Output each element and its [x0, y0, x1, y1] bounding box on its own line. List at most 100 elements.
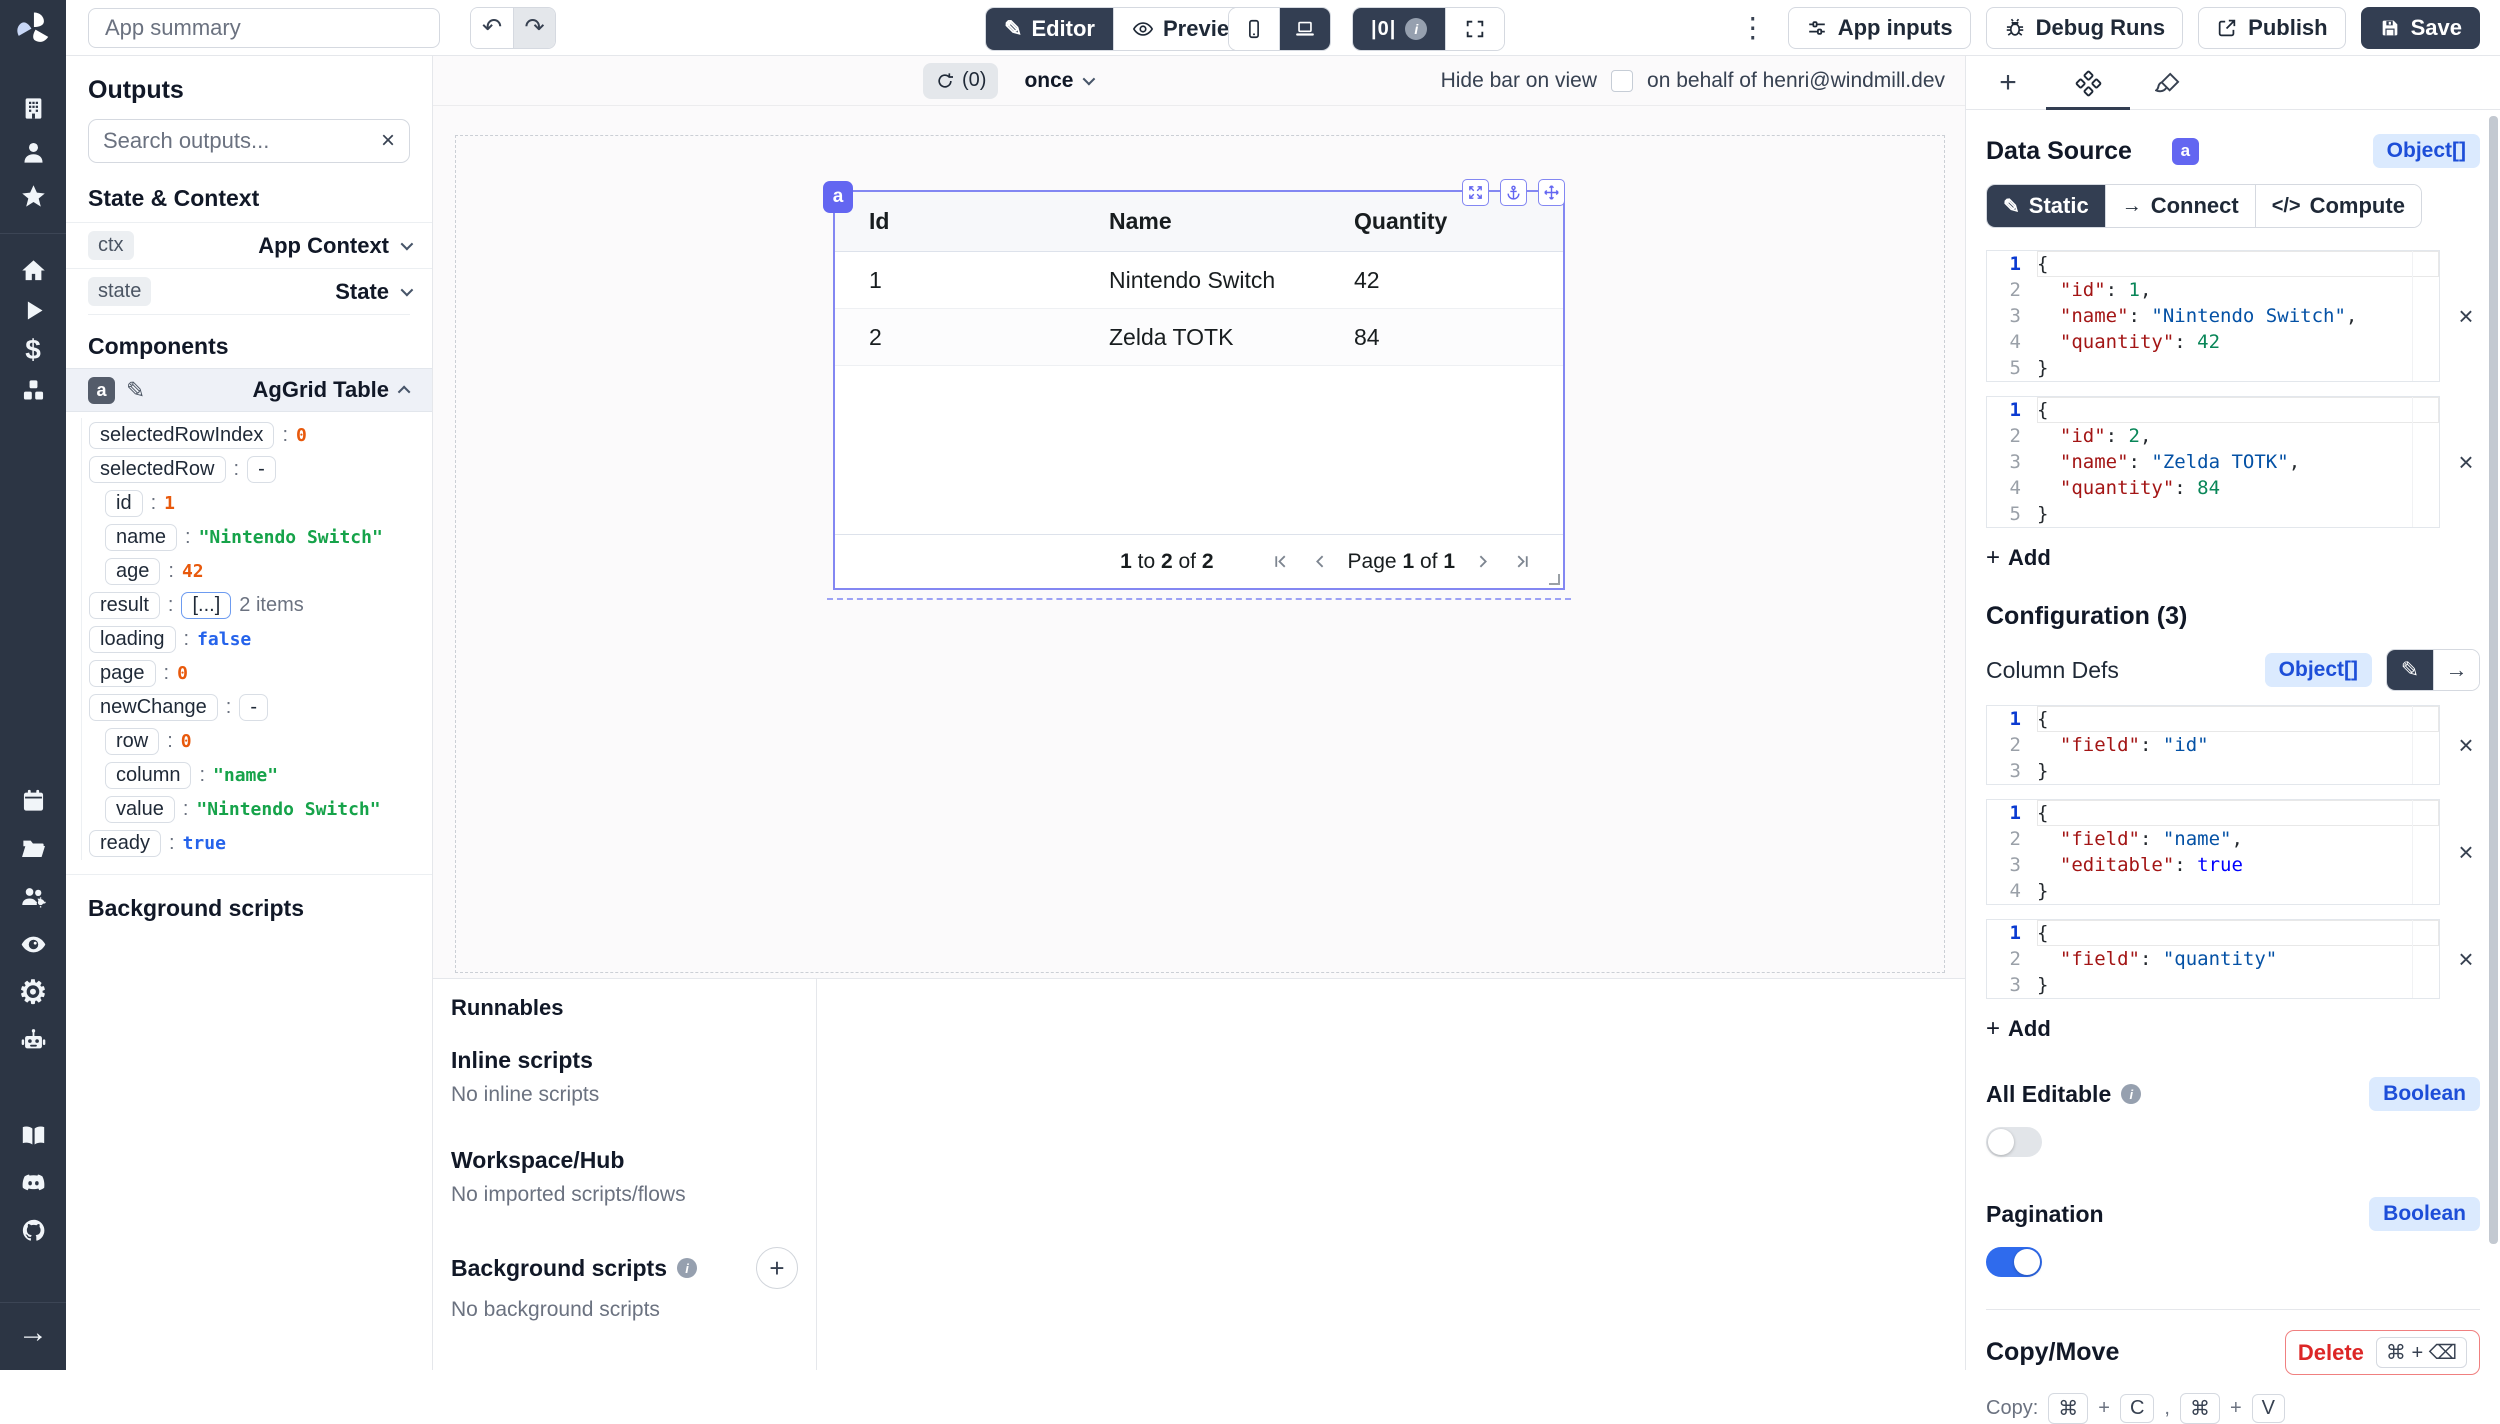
first-page-button[interactable] — [1268, 549, 1294, 575]
editor-tab[interactable]: ✎ Editor — [986, 8, 1113, 50]
remove-item-button[interactable]: × — [2452, 301, 2480, 332]
fullscreen-button[interactable] — [1445, 8, 1504, 50]
pagination-toggle[interactable] — [1986, 1247, 2042, 1277]
remove-item-button[interactable]: × — [2452, 447, 2480, 478]
sidebar-eye-icon[interactable] — [0, 922, 66, 966]
clear-search-icon[interactable]: × — [381, 127, 395, 155]
expand-handle[interactable] — [1462, 179, 1489, 206]
last-page-button[interactable] — [1509, 549, 1535, 575]
edit-mode-button[interactable]: ✎ — [2387, 650, 2433, 690]
prop-key-chip[interactable]: ready — [89, 830, 161, 857]
table-cell[interactable]: Nintendo Switch — [1075, 267, 1320, 294]
prop-value-chip[interactable]: - — [239, 694, 268, 721]
sidebar-dollar-icon[interactable]: $ — [0, 328, 66, 372]
sidebar-user-icon[interactable] — [0, 130, 66, 174]
table-cell[interactable]: 84 — [1320, 324, 1563, 351]
panel-scrollbar[interactable] — [2489, 116, 2498, 1244]
all-editable-toggle[interactable] — [1986, 1127, 2042, 1157]
table-cell[interactable]: 1 — [835, 267, 1075, 294]
debug-runs-button[interactable]: Debug Runs — [1986, 7, 2184, 49]
prop-key-chip[interactable]: row — [105, 728, 159, 755]
delete-component-button[interactable]: Delete ⌘ + ⌫ — [2285, 1330, 2480, 1375]
component-header-row[interactable]: a ✎ AgGrid Table — [66, 368, 432, 412]
app-inputs-button[interactable]: App inputs — [1788, 7, 1971, 49]
remove-item-button[interactable]: × — [2452, 730, 2480, 761]
table-row[interactable]: 1Nintendo Switch42 — [835, 252, 1563, 309]
prop-key-chip[interactable]: newChange — [89, 694, 218, 721]
move-handle[interactable] — [1538, 179, 1565, 206]
remove-item-button[interactable]: × — [2452, 944, 2480, 975]
chevron-up-icon[interactable] — [398, 385, 411, 398]
json-editor[interactable]: 1{2 "id": 1,3 "name": "Nintendo Switch",… — [1986, 250, 2440, 382]
aggrid-table-component[interactable]: a IdNameQuantity 1Nintendo Switch422Zeld… — [833, 190, 1565, 590]
publish-button[interactable]: Publish — [2198, 7, 2345, 49]
hide-bar-checkbox[interactable] — [1611, 70, 1633, 92]
table-cell[interactable]: 2 — [835, 324, 1075, 351]
source-tab-compute[interactable]: </>Compute — [2255, 185, 2421, 227]
prop-key-chip[interactable]: result — [89, 592, 160, 619]
source-tab-connect[interactable]: →Connect — [2105, 185, 2255, 227]
prop-value-chip[interactable]: - — [247, 456, 276, 483]
context-row-ctx[interactable]: ctxApp Context — [66, 222, 432, 268]
prev-page-button[interactable] — [1308, 549, 1334, 575]
add-data-item-button[interactable]: +Add — [1986, 544, 2051, 572]
component-settings-tab[interactable] — [2066, 56, 2110, 110]
sidebar-building-icon[interactable] — [0, 86, 66, 130]
show-bounds-button[interactable]: |0| i — [1353, 8, 1445, 50]
refresh-button[interactable]: (0) — [923, 63, 998, 99]
table-cell[interactable]: Zelda TOTK — [1075, 324, 1320, 351]
json-editor[interactable]: 1{2 "field": "name",3 "editable": true4} — [1986, 799, 2440, 905]
prop-key-chip[interactable]: id — [105, 490, 143, 517]
prop-key-chip[interactable]: selectedRowIndex — [89, 422, 274, 449]
sidebar-folder-icon[interactable] — [0, 826, 66, 870]
redo-button[interactable]: ↷ — [513, 8, 555, 48]
prop-key-chip[interactable]: value — [105, 796, 175, 823]
insert-component-tab[interactable]: + — [1988, 56, 2028, 110]
json-editor[interactable]: 1{2 "field": "id"3} — [1986, 705, 2440, 785]
context-row-state[interactable]: stateState — [66, 268, 432, 314]
json-editor[interactable]: 1{2 "field": "quantity"3} — [1986, 919, 2440, 999]
sidebar-home-icon[interactable] — [0, 248, 66, 292]
windmill-logo-icon[interactable] — [14, 9, 52, 47]
kebab-menu-icon[interactable]: ⋮ — [1733, 7, 1773, 49]
prop-array-chip[interactable]: [...] — [181, 592, 231, 619]
theme-tab[interactable] — [2146, 56, 2190, 110]
source-tab-static[interactable]: ✎Static — [1987, 185, 2105, 227]
prop-key-chip[interactable]: page — [89, 660, 156, 687]
anchor-handle[interactable] — [1500, 179, 1527, 206]
search-outputs-input[interactable]: Search outputs... × — [88, 119, 410, 163]
table-cell[interactable]: 42 — [1320, 267, 1563, 294]
app-summary-input[interactable] — [88, 8, 440, 48]
prop-key-chip[interactable]: loading — [89, 626, 176, 653]
table-row[interactable]: 2Zelda TOTK84 — [835, 309, 1563, 366]
sidebar-discord-icon[interactable] — [0, 1161, 66, 1205]
prop-key-chip[interactable]: name — [105, 524, 177, 551]
sidebar-calendar-icon[interactable] — [0, 778, 66, 822]
add-background-script-button[interactable]: + — [756, 1247, 798, 1289]
sidebar-play-icon[interactable] — [0, 288, 66, 332]
edit-id-icon[interactable]: ✎ — [126, 377, 145, 404]
add-column-def-button[interactable]: +Add — [1986, 1015, 2051, 1043]
prop-key-chip[interactable]: age — [105, 558, 160, 585]
sidebar-github-icon[interactable] — [0, 1208, 66, 1252]
frequency-dropdown[interactable]: once — [1024, 69, 1092, 93]
sidebar-user-group-icon[interactable] — [0, 874, 66, 918]
next-page-button[interactable] — [1469, 549, 1495, 575]
desktop-view-button[interactable] — [1279, 8, 1330, 50]
app-canvas[interactable]: (0) once Hide bar on view on behalf of h… — [433, 56, 1965, 978]
sidebar-robot-icon[interactable] — [0, 1018, 66, 1062]
sidebar-book-icon[interactable] — [0, 1113, 66, 1157]
prop-key-chip[interactable]: column — [105, 762, 191, 789]
sidebar-cubes-icon[interactable] — [0, 368, 66, 412]
connect-mode-button[interactable]: → — [2433, 650, 2479, 690]
sidebar-arrow-right-icon[interactable]: → — [0, 1311, 66, 1355]
prop-key-chip[interactable]: selectedRow — [89, 456, 226, 483]
mobile-view-button[interactable] — [1229, 8, 1279, 50]
undo-button[interactable]: ↶ — [471, 8, 513, 48]
json-editor[interactable]: 1{2 "id": 2,3 "name": "Zelda TOTK",4 "qu… — [1986, 396, 2440, 528]
sidebar-gear-icon[interactable]: ⚙ — [0, 970, 66, 1014]
save-button[interactable]: Save — [2361, 7, 2480, 49]
sidebar-star-icon[interactable] — [0, 174, 66, 218]
remove-item-button[interactable]: × — [2452, 837, 2480, 868]
resize-handle[interactable] — [1549, 574, 1560, 585]
